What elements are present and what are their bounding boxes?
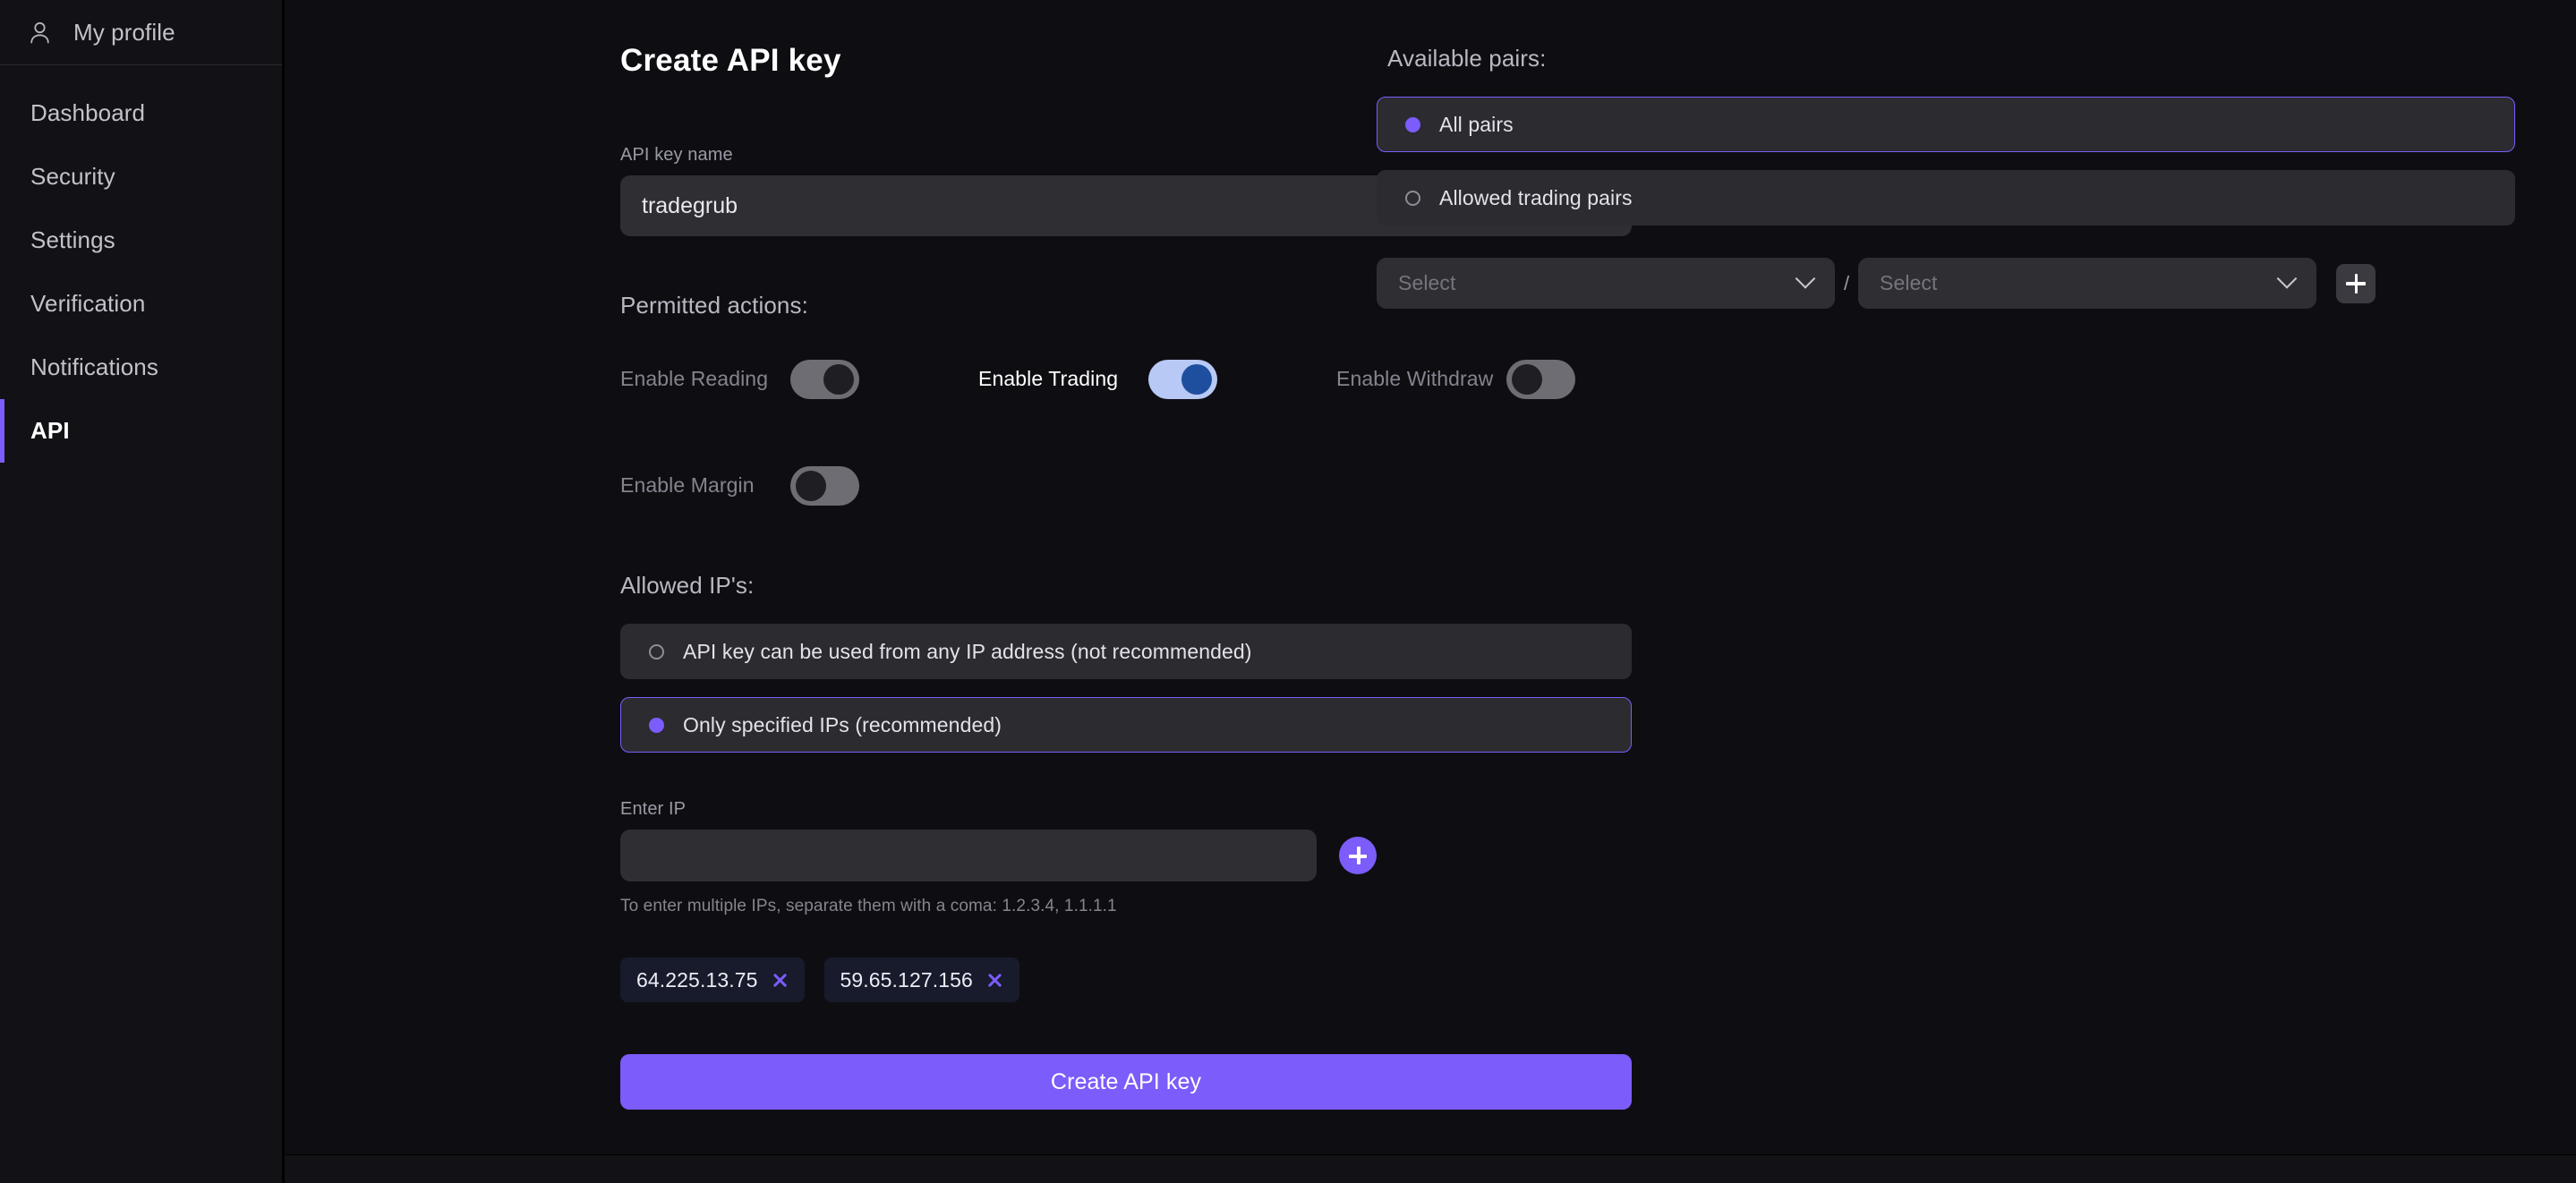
toggle-knob: [823, 364, 854, 395]
enter-ip-hint: To enter multiple IPs, separate them wit…: [620, 897, 1117, 915]
create-api-key-form: Create API key API key name Permitted ac…: [285, 0, 1632, 1154]
enter-ip-row: [620, 830, 1377, 881]
sidebar-item-label: Security: [30, 163, 115, 190]
sidebar-item-security[interactable]: Security: [0, 145, 282, 209]
radio-all-pairs[interactable]: All pairs: [1377, 97, 2515, 152]
radio-indicator-icon: [649, 643, 664, 660]
allowed-ips-label: Allowed IP's:: [620, 572, 755, 599]
radio-allowed-trading-pairs[interactable]: Allowed trading pairs: [1377, 170, 2515, 226]
toggle-knob: [1181, 364, 1212, 395]
available-pairs-label: Available pairs:: [1387, 45, 1547, 72]
sidebar-item-label: Notifications: [30, 353, 158, 380]
chevron-down-icon: [2276, 268, 2298, 289]
toggle-label-enable-trading: Enable Trading: [978, 367, 1119, 391]
sidebar-nav: Dashboard Security Settings Verification…: [0, 65, 282, 463]
sidebar-item-notifications[interactable]: Notifications: [0, 336, 282, 399]
app-root: My profile Dashboard Security Settings V…: [0, 0, 2576, 1183]
ip-tag-value: 59.65.127.156: [840, 967, 973, 992]
allowed-ips-section: Allowed IP's: API key can be used from a…: [620, 572, 1632, 1002]
main-panel: Create API key API key name Permitted ac…: [285, 0, 2576, 1183]
content-columns: Create API key API key name Permitted ac…: [285, 0, 2576, 1154]
radio-indicator-icon: [649, 717, 664, 733]
radio-indicator-icon: [1405, 190, 1420, 206]
page-title: Create API key: [620, 43, 841, 78]
add-pair-button[interactable]: [2336, 263, 2376, 303]
pair-separator: /: [1843, 271, 1850, 294]
radio-specified-ips-label: Only specified IPs (recommended): [683, 712, 1002, 736]
api-key-name-label: API key name: [620, 145, 733, 165]
toggle-enable-trading[interactable]: [1148, 360, 1217, 399]
ip-tag-value: 64.225.13.75: [636, 967, 758, 992]
radio-allowed-trading-pairs-label: Allowed trading pairs: [1439, 185, 1633, 209]
enter-ip-label: Enter IP: [620, 799, 687, 819]
sidebar: My profile Dashboard Security Settings V…: [0, 0, 285, 1183]
sidebar-item-label: API: [30, 417, 70, 444]
sidebar-item-label: Verification: [30, 290, 146, 317]
ip-tag: 64.225.13.75: [620, 957, 805, 1002]
radio-indicator-icon: [1405, 116, 1420, 132]
enter-ip-input[interactable]: [620, 830, 1317, 881]
sidebar-item-settings[interactable]: Settings: [0, 209, 282, 272]
permitted-actions-label: Permitted actions:: [620, 292, 808, 319]
radio-any-ip-label: API key can be used from any IP address …: [683, 639, 1252, 663]
sidebar-item-label: Settings: [30, 226, 115, 253]
pair-base-select[interactable]: Select: [1377, 258, 1835, 309]
ip-tag-list: 64.225.13.75 59.65.127.156: [620, 957, 1377, 1002]
sidebar-item-api[interactable]: API: [0, 399, 282, 463]
radio-all-pairs-label: All pairs: [1439, 112, 1514, 136]
pair-select-row: Select / Select: [1377, 258, 2515, 309]
chevron-down-icon: [1795, 268, 1816, 289]
sidebar-profile[interactable]: My profile: [0, 0, 282, 65]
sidebar-profile-label: My profile: [73, 18, 175, 46]
user-icon: [30, 21, 50, 44]
toggle-enable-margin[interactable]: [790, 466, 859, 506]
permitted-actions-section: Permitted actions: Enable Reading Enable…: [620, 292, 1575, 513]
toggle-knob: [1512, 364, 1542, 395]
close-icon[interactable]: [986, 972, 1003, 989]
toggle-enable-reading[interactable]: [790, 360, 859, 399]
pair-quote-select-placeholder: Select: [1880, 271, 1938, 294]
toggle-label-enable-margin: Enable Margin: [620, 473, 755, 498]
sidebar-item-verification[interactable]: Verification: [0, 272, 282, 336]
close-icon[interactable]: [772, 972, 789, 989]
sidebar-item-label: Dashboard: [30, 99, 146, 126]
toggle-label-enable-reading: Enable Reading: [620, 367, 769, 391]
available-pairs-panel: Available pairs: All pairs Allowed tradi…: [1377, 0, 2576, 1154]
pair-base-select-placeholder: Select: [1398, 271, 1456, 294]
permitted-actions-grid: Enable Reading Enable Trading Enable Wit…: [620, 353, 1575, 513]
enter-ip-section: Enter IP To enter multiple IPs, separate…: [620, 799, 1377, 1002]
bottom-strip: [285, 1155, 2576, 1183]
add-ip-button[interactable]: [1339, 837, 1377, 874]
toggle-enable-withdraw[interactable]: [1506, 360, 1575, 399]
sidebar-item-dashboard[interactable]: Dashboard: [0, 81, 282, 145]
api-key-name-section: API key name: [620, 145, 1632, 236]
toggle-knob: [796, 471, 826, 501]
pair-quote-select[interactable]: Select: [1858, 258, 2316, 309]
ip-tag: 59.65.127.156: [823, 957, 1019, 1002]
